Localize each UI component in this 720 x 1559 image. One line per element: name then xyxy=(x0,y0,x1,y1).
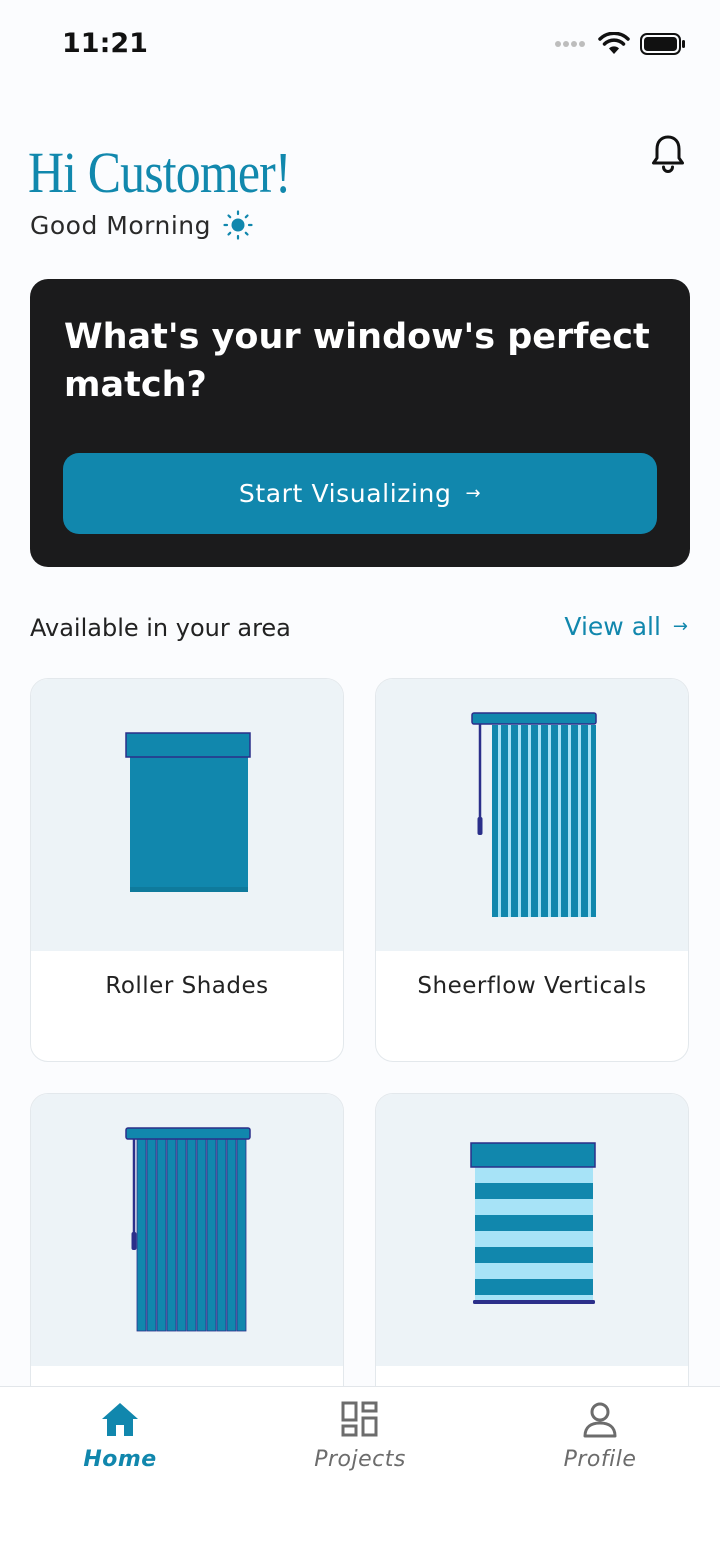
status-time: 11:21 xyxy=(62,28,148,59)
view-all-label: View all xyxy=(564,612,661,641)
bell-icon[interactable] xyxy=(650,134,686,174)
home-icon xyxy=(102,1403,138,1436)
product-label: Sheerflow Verticals xyxy=(417,973,647,999)
roller-shade-icon xyxy=(125,732,251,892)
greeting-subtitle-text: Good Morning xyxy=(30,210,211,240)
vertical-slats-icon xyxy=(125,1127,251,1332)
battery-icon xyxy=(640,33,685,55)
section-title: Available in your area xyxy=(30,614,291,642)
product-label: Roller Shades xyxy=(105,973,269,999)
home-screen: 11:21 Hi Customer! Good Morning What's y… xyxy=(0,0,720,1559)
sun-icon xyxy=(223,210,253,240)
product-card-roller-shades[interactable]: Roller Shades xyxy=(30,678,344,1062)
nav-label-home: Home xyxy=(83,1447,157,1472)
zebra-shade-icon xyxy=(470,1142,596,1304)
view-all-link[interactable]: View all → xyxy=(564,612,688,641)
start-visualizing-label: Start Visualizing xyxy=(238,479,452,508)
nav-label-profile: Profile xyxy=(563,1447,637,1472)
grid-icon xyxy=(341,1401,378,1437)
vertical-blinds-icon xyxy=(471,712,597,917)
bottom-nav: Home Projects Profile xyxy=(0,1386,720,1559)
user-icon xyxy=(583,1402,617,1438)
hero-card: What's your window's perfect match? Star… xyxy=(30,279,690,567)
nav-item-home[interactable]: Home xyxy=(30,1401,210,1472)
wifi-icon xyxy=(598,32,630,54)
greeting-title: Hi Customer! xyxy=(28,140,291,205)
arrow-right-icon: → xyxy=(465,483,482,504)
product-card-sheerflow-verticals[interactable]: Sheerflow Verticals xyxy=(375,678,689,1062)
nav-item-profile[interactable]: Profile xyxy=(510,1401,690,1472)
nav-item-projects[interactable]: Projects xyxy=(270,1401,450,1472)
start-visualizing-button[interactable]: Start Visualizing → xyxy=(63,453,657,534)
arrow-right-icon: → xyxy=(672,616,688,637)
hero-title: What's your window's perfect match? xyxy=(64,317,650,405)
status-icons xyxy=(554,32,686,56)
signal-dots-icon xyxy=(555,41,585,47)
greeting-subtitle: Good Morning xyxy=(30,210,253,240)
nav-label-projects: Projects xyxy=(314,1447,406,1472)
status-bar: 11:21 xyxy=(0,0,720,90)
